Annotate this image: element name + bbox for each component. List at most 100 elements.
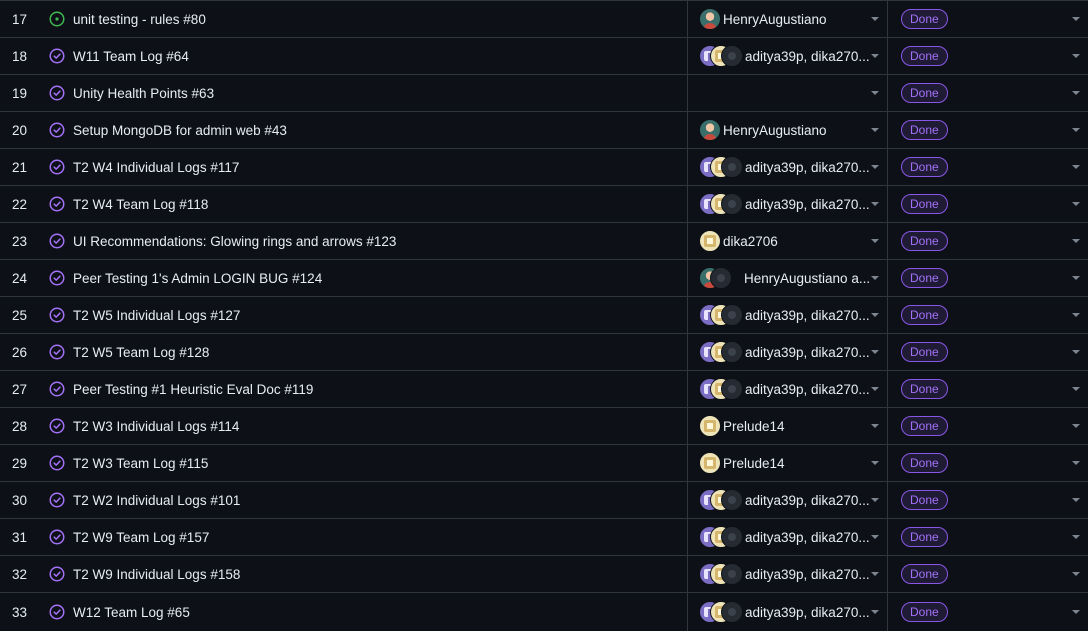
title-cell[interactable]: T2 W9 Team Log #157 xyxy=(48,519,688,555)
chevron-down-icon[interactable] xyxy=(871,461,879,465)
issue-title-link[interactable]: T2 W5 Team Log #128 xyxy=(73,345,209,360)
table-row[interactable]: 30 T2 W2 Individual Logs #101 aditya39p,… xyxy=(0,482,1088,519)
status-cell[interactable]: Done xyxy=(888,334,1088,370)
issue-title-link[interactable]: unit testing - rules #80 xyxy=(73,12,206,27)
status-cell[interactable]: Done xyxy=(888,408,1088,444)
chevron-down-icon[interactable] xyxy=(1072,313,1080,317)
chevron-down-icon[interactable] xyxy=(871,572,879,576)
assignees-cell[interactable]: aditya39p, dika270... xyxy=(688,186,888,222)
chevron-down-icon[interactable] xyxy=(871,387,879,391)
issue-title-link[interactable]: T2 W3 Individual Logs #114 xyxy=(73,419,239,434)
issue-title-link[interactable]: T2 W4 Individual Logs #117 xyxy=(73,160,239,175)
status-cell[interactable]: Done xyxy=(888,519,1088,555)
status-cell[interactable]: Done xyxy=(888,1,1088,37)
chevron-down-icon[interactable] xyxy=(871,350,879,354)
table-row[interactable]: 27 Peer Testing #1 Heuristic Eval Doc #1… xyxy=(0,371,1088,408)
issue-title-link[interactable]: Peer Testing #1 Heuristic Eval Doc #119 xyxy=(73,382,313,397)
chevron-down-icon[interactable] xyxy=(1072,350,1080,354)
title-cell[interactable]: unit testing - rules #80 xyxy=(48,1,688,37)
chevron-down-icon[interactable] xyxy=(1072,424,1080,428)
issue-title-link[interactable]: Peer Testing 1's Admin LOGIN BUG #124 xyxy=(73,271,322,286)
issue-title-link[interactable]: W12 Team Log #65 xyxy=(73,605,190,620)
issue-title-link[interactable]: Unity Health Points #63 xyxy=(73,86,214,101)
chevron-down-icon[interactable] xyxy=(871,54,879,58)
issue-title-link[interactable]: T2 W4 Team Log #118 xyxy=(73,197,208,212)
table-row[interactable]: 25 T2 W5 Individual Logs #127 aditya39p,… xyxy=(0,297,1088,334)
status-cell[interactable]: Done xyxy=(888,556,1088,592)
status-cell[interactable]: Done xyxy=(888,75,1088,111)
assignees-cell[interactable]: aditya39p, dika270... xyxy=(688,334,888,370)
chevron-down-icon[interactable] xyxy=(1072,610,1080,614)
assignees-cell[interactable]: dika2706 xyxy=(688,223,888,259)
chevron-down-icon[interactable] xyxy=(1072,91,1080,95)
issue-title-link[interactable]: W11 Team Log #64 xyxy=(73,49,189,64)
chevron-down-icon[interactable] xyxy=(871,202,879,206)
chevron-down-icon[interactable] xyxy=(871,498,879,502)
assignees-cell[interactable]: aditya39p, dika270... xyxy=(688,38,888,74)
title-cell[interactable]: W12 Team Log #65 xyxy=(48,593,688,631)
status-cell[interactable]: Done xyxy=(888,186,1088,222)
title-cell[interactable]: T2 W3 Team Log #115 xyxy=(48,445,688,481)
assignees-cell[interactable]: aditya39p, dika270... xyxy=(688,297,888,333)
assignees-cell[interactable]: aditya39p, dika270... xyxy=(688,482,888,518)
title-cell[interactable]: W11 Team Log #64 xyxy=(48,38,688,74)
assignees-cell[interactable]: aditya39p, dika270... xyxy=(688,556,888,592)
title-cell[interactable]: UI Recommendations: Glowing rings and ar… xyxy=(48,223,688,259)
title-cell[interactable]: Peer Testing 1's Admin LOGIN BUG #124 xyxy=(48,260,688,296)
title-cell[interactable]: T2 W2 Individual Logs #101 xyxy=(48,482,688,518)
status-cell[interactable]: Done xyxy=(888,482,1088,518)
issue-title-link[interactable]: UI Recommendations: Glowing rings and ar… xyxy=(73,234,396,249)
status-cell[interactable]: Done xyxy=(888,445,1088,481)
status-cell[interactable]: Done xyxy=(888,260,1088,296)
table-row[interactable]: 18 W11 Team Log #64 aditya39p, dika270..… xyxy=(0,38,1088,75)
chevron-down-icon[interactable] xyxy=(871,128,879,132)
title-cell[interactable]: T2 W5 Team Log #128 xyxy=(48,334,688,370)
table-row[interactable]: 26 T2 W5 Team Log #128 aditya39p, dika27… xyxy=(0,334,1088,371)
title-cell[interactable]: T2 W3 Individual Logs #114 xyxy=(48,408,688,444)
status-cell[interactable]: Done xyxy=(888,371,1088,407)
chevron-down-icon[interactable] xyxy=(1072,535,1080,539)
assignees-cell[interactable]: Prelude14 xyxy=(688,445,888,481)
chevron-down-icon[interactable] xyxy=(1072,165,1080,169)
title-cell[interactable]: Peer Testing #1 Heuristic Eval Doc #119 xyxy=(48,371,688,407)
chevron-down-icon[interactable] xyxy=(871,165,879,169)
status-cell[interactable]: Done xyxy=(888,38,1088,74)
assignees-cell[interactable]: aditya39p, dika270... xyxy=(688,371,888,407)
chevron-down-icon[interactable] xyxy=(871,535,879,539)
chevron-down-icon[interactable] xyxy=(1072,461,1080,465)
chevron-down-icon[interactable] xyxy=(871,239,879,243)
table-row[interactable]: 19 Unity Health Points #63 Done xyxy=(0,75,1088,112)
issue-title-link[interactable]: T2 W3 Team Log #115 xyxy=(73,456,208,471)
title-cell[interactable]: T2 W4 Individual Logs #117 xyxy=(48,149,688,185)
table-row[interactable]: 29 T2 W3 Team Log #115 Prelude14 Done xyxy=(0,445,1088,482)
chevron-down-icon[interactable] xyxy=(1072,387,1080,391)
table-row[interactable]: 24 Peer Testing 1's Admin LOGIN BUG #124… xyxy=(0,260,1088,297)
table-row[interactable]: 22 T2 W4 Team Log #118 aditya39p, dika27… xyxy=(0,186,1088,223)
title-cell[interactable]: Setup MongoDB for admin web #43 xyxy=(48,112,688,148)
table-row[interactable]: 20 Setup MongoDB for admin web #43 Henry… xyxy=(0,112,1088,149)
table-row[interactable]: 17 unit testing - rules #80 HenryAugusti… xyxy=(0,1,1088,38)
assignees-cell[interactable] xyxy=(688,75,888,111)
chevron-down-icon[interactable] xyxy=(871,610,879,614)
chevron-down-icon[interactable] xyxy=(871,276,879,280)
chevron-down-icon[interactable] xyxy=(871,313,879,317)
issue-title-link[interactable]: T2 W5 Individual Logs #127 xyxy=(73,308,240,323)
table-row[interactable]: 31 T2 W9 Team Log #157 aditya39p, dika27… xyxy=(0,519,1088,556)
chevron-down-icon[interactable] xyxy=(1072,572,1080,576)
title-cell[interactable]: T2 W4 Team Log #118 xyxy=(48,186,688,222)
chevron-down-icon[interactable] xyxy=(1072,276,1080,280)
assignees-cell[interactable]: HenryAugustiano xyxy=(688,112,888,148)
chevron-down-icon[interactable] xyxy=(871,424,879,428)
chevron-down-icon[interactable] xyxy=(1072,239,1080,243)
table-row[interactable]: 28 T2 W3 Individual Logs #114 Prelude14 … xyxy=(0,408,1088,445)
assignees-cell[interactable]: aditya39p, dika270... xyxy=(688,149,888,185)
chevron-down-icon[interactable] xyxy=(871,17,879,21)
status-cell[interactable]: Done xyxy=(888,223,1088,259)
chevron-down-icon[interactable] xyxy=(1072,17,1080,21)
chevron-down-icon[interactable] xyxy=(1072,498,1080,502)
chevron-down-icon[interactable] xyxy=(871,91,879,95)
issue-title-link[interactable]: T2 W9 Individual Logs #158 xyxy=(73,567,240,582)
table-row[interactable]: 21 T2 W4 Individual Logs #117 aditya39p,… xyxy=(0,149,1088,186)
table-row[interactable]: 33 W12 Team Log #65 aditya39p, dika270..… xyxy=(0,593,1088,631)
status-cell[interactable]: Done xyxy=(888,593,1088,631)
